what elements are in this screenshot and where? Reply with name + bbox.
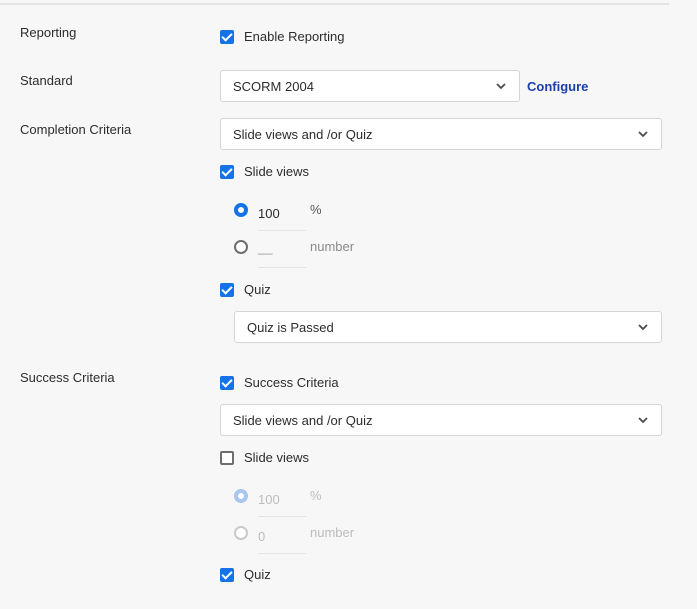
configure-link[interactable]: Configure: [527, 79, 588, 94]
success-criteria-checkbox[interactable]: [220, 376, 234, 390]
success-quiz-label[interactable]: Quiz: [244, 567, 271, 582]
success-slide-views-label[interactable]: Slide views: [244, 450, 309, 465]
chevron-down-icon: [496, 83, 506, 90]
success-criteria-value: Slide views and /or Quiz: [233, 413, 373, 428]
success-percent-input[interactable]: 100: [258, 492, 280, 507]
success-criteria-label: Success Criteria: [20, 370, 115, 385]
completion-percent-underline: [258, 230, 306, 231]
completion-slide-views-checkbox[interactable]: [220, 165, 234, 179]
completion-percent-unit: %: [310, 202, 322, 217]
standard-label: Standard: [20, 73, 73, 88]
completion-percent-input[interactable]: 100: [258, 206, 280, 221]
completion-number-underline: [258, 267, 306, 268]
success-number-unit: number: [310, 525, 355, 540]
success-criteria-enable-label[interactable]: Success Criteria: [244, 375, 339, 390]
success-slide-views-checkbox[interactable]: [220, 451, 234, 465]
success-quiz-checkbox[interactable]: [220, 568, 234, 582]
success-percent-underline: [258, 516, 306, 517]
success-criteria-select[interactable]: Slide views and /or Quiz: [220, 404, 662, 436]
completion-criteria-select[interactable]: Slide views and /or Quiz: [220, 118, 662, 150]
completion-quiz-value: Quiz is Passed: [247, 320, 334, 335]
enable-reporting-checkbox[interactable]: [220, 30, 234, 44]
completion-percent-radio[interactable]: [234, 203, 248, 217]
completion-quiz-select[interactable]: Quiz is Passed: [234, 311, 662, 343]
completion-quiz-label[interactable]: Quiz: [244, 282, 271, 297]
success-number-radio[interactable]: [234, 526, 248, 540]
success-number-underline: [258, 553, 306, 554]
completion-number-unit: number: [310, 239, 355, 254]
success-percent-radio[interactable]: [234, 489, 248, 503]
completion-slide-views-label[interactable]: Slide views: [244, 164, 309, 179]
completion-criteria-value: Slide views and /or Quiz: [233, 127, 373, 142]
completion-number-radio[interactable]: [234, 240, 248, 254]
standard-select[interactable]: SCORM 2004: [220, 70, 520, 102]
enable-reporting-label[interactable]: Enable Reporting: [244, 29, 344, 44]
completion-quiz-checkbox[interactable]: [220, 283, 234, 297]
chevron-down-icon: [638, 417, 648, 424]
reporting-label: Reporting: [20, 25, 77, 40]
top-divider: [0, 3, 669, 5]
completion-number-input[interactable]: __: [258, 240, 272, 255]
success-percent-unit: %: [310, 488, 322, 503]
success-number-input[interactable]: 0: [258, 529, 265, 544]
chevron-down-icon: [638, 131, 648, 138]
chevron-down-icon: [638, 324, 648, 331]
completion-criteria-label: Completion Criteria: [20, 122, 132, 137]
standard-select-value: SCORM 2004: [233, 79, 314, 94]
